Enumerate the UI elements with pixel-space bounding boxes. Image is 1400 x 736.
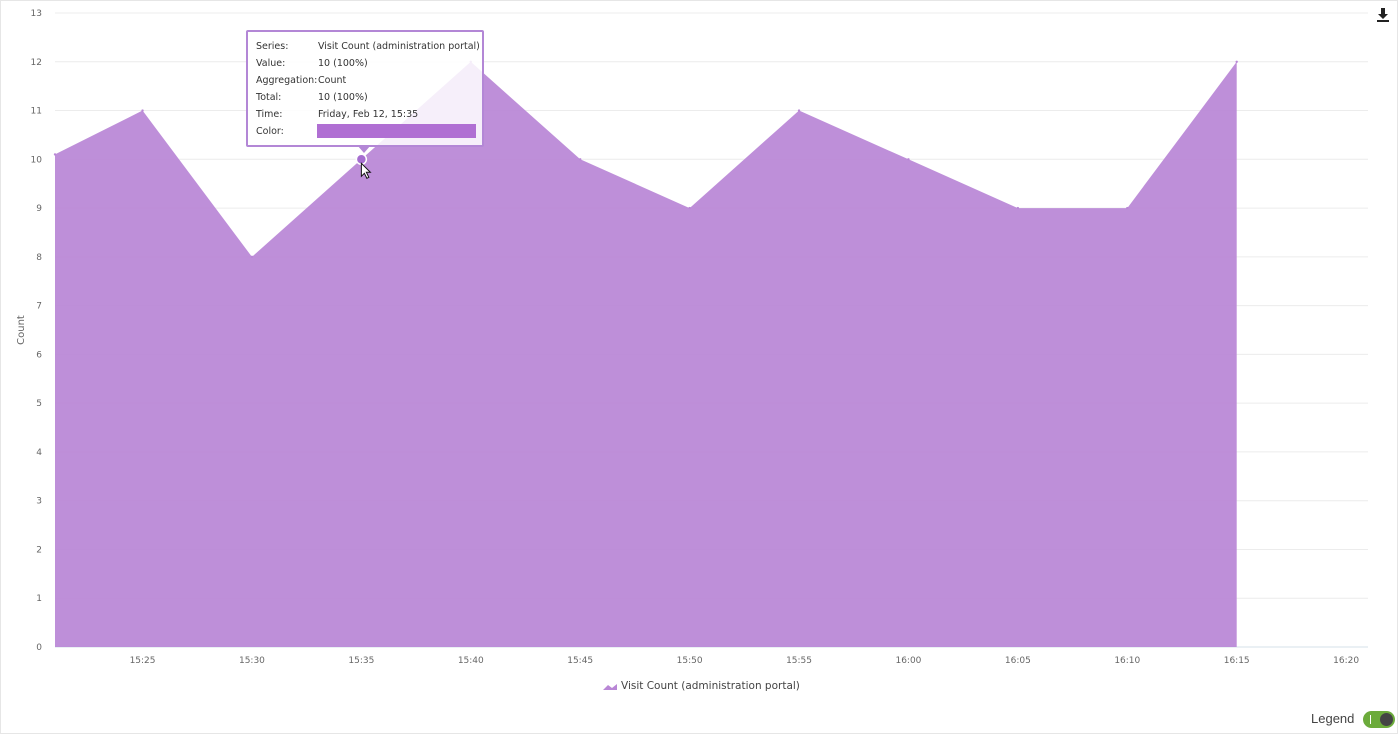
y-tick-label: 6 bbox=[36, 350, 42, 360]
x-tick-label: 15:45 bbox=[567, 656, 593, 666]
x-tick-label: 15:25 bbox=[130, 656, 156, 666]
y-tick-label: 7 bbox=[36, 302, 42, 312]
tooltip-key: Total: bbox=[256, 92, 282, 103]
y-tick-label: 4 bbox=[36, 448, 42, 458]
tooltip-row-value: Value: 10 (100%) bbox=[256, 57, 368, 71]
tooltip-value: 10 (100%) bbox=[318, 92, 368, 103]
x-tick-label: 15:30 bbox=[239, 656, 265, 666]
tooltip-value: Friday, Feb 12, 15:35 bbox=[318, 109, 419, 120]
tooltip-color-swatch bbox=[317, 124, 476, 138]
x-tick-label: 15:50 bbox=[677, 656, 703, 666]
x-tick-label: 16:05 bbox=[1005, 656, 1031, 666]
tooltip-value: Visit Count (administration portal) bbox=[318, 41, 480, 52]
tooltip-arrow bbox=[357, 145, 371, 153]
download-button[interactable] bbox=[1374, 6, 1392, 24]
tooltip-key: Series: bbox=[256, 41, 289, 52]
tooltip-row-series: Series: Visit Count (administration porta… bbox=[256, 40, 480, 54]
tooltip-row-aggregation: Aggregation:Count bbox=[256, 74, 346, 88]
y-tick-label: 10 bbox=[31, 155, 43, 165]
data-point bbox=[579, 158, 582, 161]
data-point bbox=[688, 206, 691, 210]
download-icon bbox=[1377, 8, 1389, 22]
area-chart: 01234567891011121315:25 15:30 15:35 15:40 15… bbox=[16, 9, 1368, 692]
y-tick-label: 0 bbox=[36, 643, 42, 653]
data-point bbox=[1126, 206, 1129, 210]
data-point bbox=[250, 255, 254, 259]
x-tick-label: 16:10 bbox=[1114, 656, 1140, 666]
x-tick-label: 16:00 bbox=[895, 656, 921, 666]
x-tick-label: 16:15 bbox=[1224, 656, 1250, 666]
area-series bbox=[55, 61, 1237, 648]
legend-series-icon bbox=[603, 684, 617, 690]
toggle-on-mark bbox=[1370, 715, 1371, 724]
x-tick-label: 15:35 bbox=[348, 656, 374, 666]
x-tick-label: 15:40 bbox=[458, 656, 484, 666]
tooltip-key: Time: bbox=[256, 109, 283, 120]
y-axis-title: Count bbox=[16, 315, 27, 345]
tooltip-key: Value: bbox=[256, 58, 286, 69]
y-tick-label: 5 bbox=[36, 399, 42, 409]
y-tick-label: 2 bbox=[36, 545, 42, 555]
chart-tooltip: Series: Visit Count (administration porta… bbox=[246, 30, 484, 147]
y-tick-label: 11 bbox=[31, 107, 42, 117]
legend-toggle-switch[interactable] bbox=[1363, 711, 1395, 728]
x-tick-label: 16:20 bbox=[1333, 656, 1359, 666]
tooltip-value: 10 (100%) bbox=[318, 58, 368, 69]
toggle-knob bbox=[1380, 713, 1393, 726]
data-point bbox=[797, 109, 801, 112]
y-tick-label: 1 bbox=[36, 594, 42, 604]
data-point bbox=[1235, 60, 1238, 63]
data-point bbox=[1016, 206, 1020, 210]
data-point bbox=[53, 153, 57, 156]
legend-toggle-label: Legend bbox=[1311, 711, 1355, 726]
y-tick-label: 8 bbox=[36, 253, 42, 263]
tooltip-row-time: Time: Friday, Feb 12, 15:35 bbox=[256, 108, 418, 122]
x-tick-label: 15:55 bbox=[786, 656, 812, 666]
y-tick-label: 9 bbox=[36, 204, 42, 214]
legend-series-label[interactable]: Visit Count (administration portal) bbox=[621, 680, 800, 692]
data-point bbox=[907, 158, 910, 161]
y-tick-label: 13 bbox=[31, 9, 42, 19]
y-tick-label: 3 bbox=[36, 497, 42, 507]
data-point bbox=[141, 109, 144, 112]
y-tick-label: 12 bbox=[31, 58, 42, 68]
tooltip-row-total: Total: 10 (100%) bbox=[256, 91, 368, 105]
tooltip-value: Count bbox=[318, 75, 347, 86]
tooltip-row-color: Color: bbox=[256, 125, 318, 139]
tooltip-key: Aggregation: bbox=[256, 75, 318, 86]
tooltip-key: Color: bbox=[256, 126, 284, 137]
